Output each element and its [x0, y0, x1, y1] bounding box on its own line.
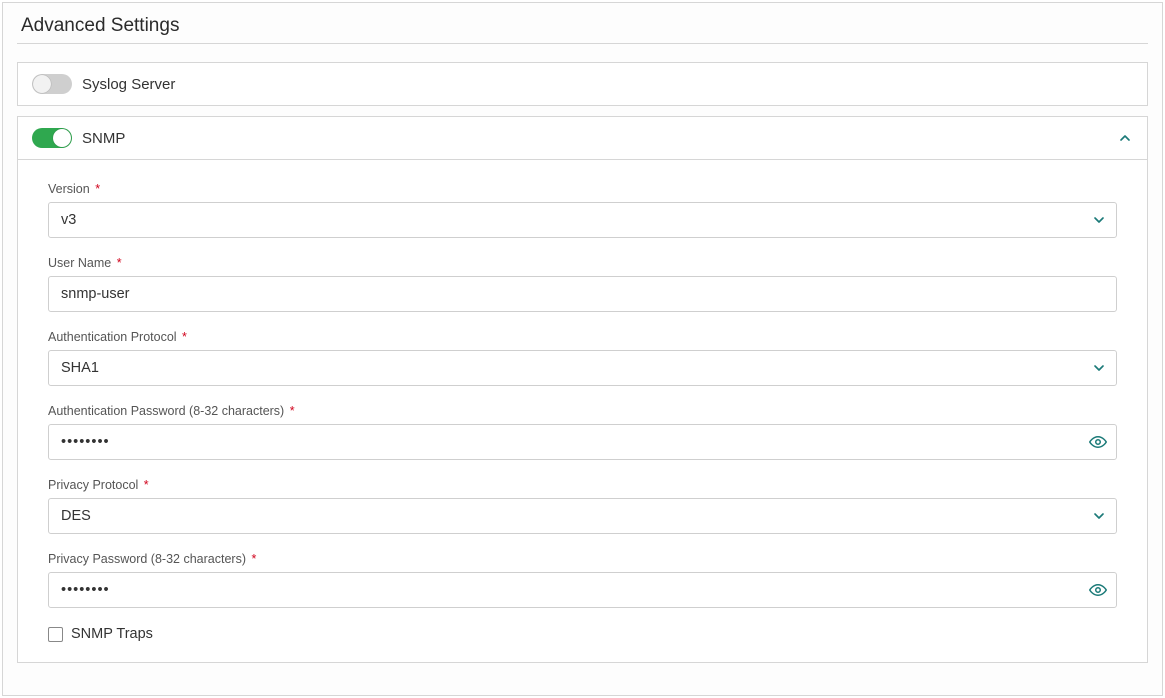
syslog-title: Syslog Server [82, 76, 175, 93]
syslog-toggle[interactable] [32, 74, 72, 94]
field-auth-protocol: Authentication Protocol * SHA1 [48, 330, 1117, 386]
section-title: Advanced Settings [21, 15, 1148, 37]
field-version: Version * v3 [48, 182, 1117, 238]
required-marker: * [290, 404, 295, 418]
required-marker: * [117, 256, 122, 270]
label-version: Version * [48, 182, 1117, 196]
privacy-password-input[interactable] [48, 572, 1117, 608]
auth-password-input[interactable] [48, 424, 1117, 460]
field-auth-password: Authentication Password (8-32 characters… [48, 404, 1117, 460]
divider [17, 43, 1148, 44]
field-privacy-password: Privacy Password (8-32 characters) * [48, 552, 1117, 608]
eye-icon[interactable] [1089, 433, 1107, 451]
required-marker: * [95, 182, 100, 196]
auth-protocol-select[interactable]: SHA1 [48, 350, 1117, 386]
field-privacy-protocol: Privacy Protocol * DES [48, 478, 1117, 534]
eye-icon[interactable] [1089, 581, 1107, 599]
label-privacy-password: Privacy Password (8-32 characters) * [48, 552, 1117, 566]
snmp-panel-body: Version * v3 User Name * [18, 159, 1147, 662]
toggle-knob [53, 129, 71, 147]
toggle-knob [33, 75, 51, 93]
snmp-panel-header[interactable]: SNMP [18, 117, 1147, 159]
required-marker: * [182, 330, 187, 344]
required-marker: * [144, 478, 149, 492]
label-username: User Name * [48, 256, 1117, 270]
snmp-title: SNMP [82, 130, 125, 147]
label-privacy-protocol: Privacy Protocol * [48, 478, 1117, 492]
snmp-panel: SNMP Version * v3 [17, 116, 1148, 663]
label-auth-protocol: Authentication Protocol * [48, 330, 1117, 344]
syslog-panel: Syslog Server [17, 62, 1148, 106]
snmp-traps-label: SNMP Traps [71, 626, 153, 642]
required-marker: * [251, 552, 256, 566]
syslog-panel-header[interactable]: Syslog Server [18, 63, 1147, 105]
snmp-toggle[interactable] [32, 128, 72, 148]
chevron-up-icon[interactable] [1117, 130, 1133, 146]
privacy-protocol-select[interactable]: DES [48, 498, 1117, 534]
advanced-settings-container: Advanced Settings Syslog Server SNMP [2, 2, 1163, 696]
field-username: User Name * [48, 256, 1117, 312]
snmp-traps-checkbox[interactable] [48, 627, 63, 642]
snmp-traps-row: SNMP Traps [48, 626, 1117, 642]
version-select[interactable]: v3 [48, 202, 1117, 238]
username-input[interactable] [48, 276, 1117, 312]
label-auth-password: Authentication Password (8-32 characters… [48, 404, 1117, 418]
